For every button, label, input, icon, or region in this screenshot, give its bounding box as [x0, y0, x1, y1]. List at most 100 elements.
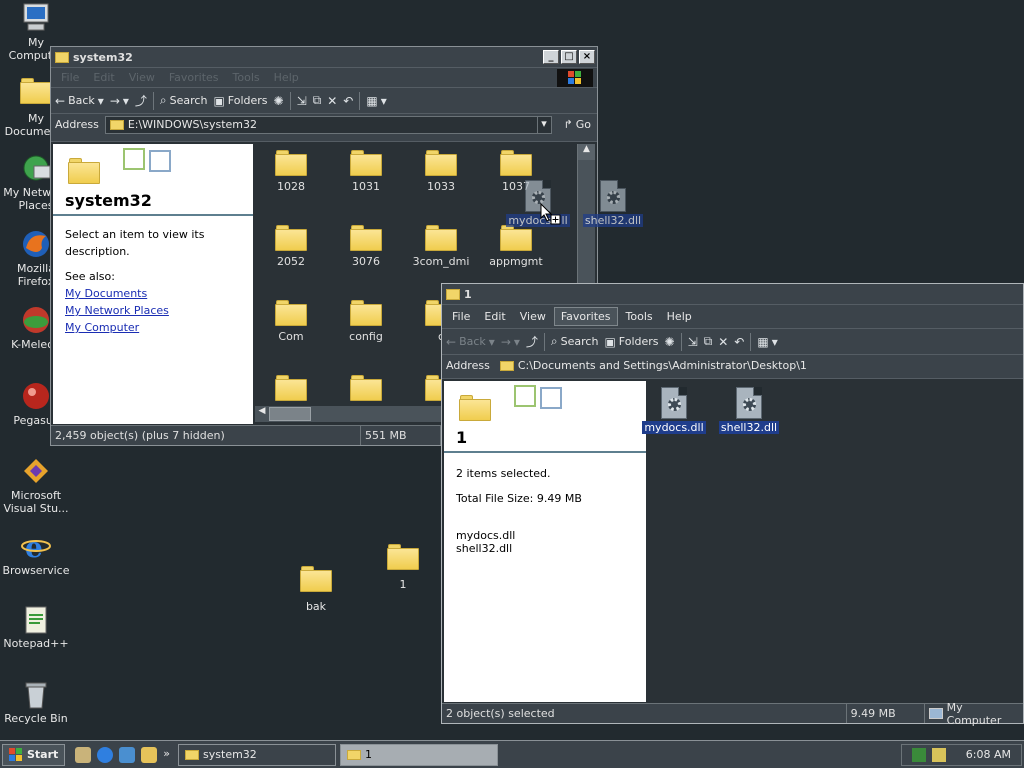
menu-edit[interactable]: Edit [478, 308, 511, 325]
task-system32[interactable]: system32 [178, 743, 337, 766]
menu-favorites[interactable]: Favorites [163, 69, 225, 86]
address-label: Address [55, 118, 99, 131]
link-my-documents[interactable]: My Documents [65, 285, 241, 302]
back-button[interactable]: ← Back ▾ [446, 335, 495, 349]
folder-icon [347, 749, 362, 760]
scroll-left-button[interactable]: ◀ [255, 406, 269, 422]
menu-view[interactable]: View [514, 308, 552, 325]
history-button[interactable]: ✺ [665, 335, 675, 349]
folder-item[interactable]: 3com_dmi [405, 225, 477, 268]
folder-item[interactable] [330, 375, 402, 401]
clock[interactable]: 6:08 AM [966, 748, 1011, 761]
folder-item[interactable] [255, 375, 327, 401]
up-folder-button[interactable]: ⤴ [135, 92, 147, 109]
menu-tools[interactable]: Tools [620, 308, 659, 325]
back-button[interactable]: ← Back ▾ [55, 94, 104, 108]
total-size: Total File Size: 9.49 MB [456, 492, 582, 505]
address-input[interactable]: E:\WINDOWS\system32 ▾ [104, 115, 552, 134]
chevron-down-icon: ▾ [122, 93, 129, 108]
chevron-right-icon[interactable]: » [163, 747, 170, 763]
decorative-frame [514, 385, 536, 407]
folder-item[interactable]: 1031 [330, 150, 402, 193]
minimize-button[interactable]: _ [543, 50, 559, 64]
outlook-icon[interactable] [141, 746, 158, 763]
views-button[interactable]: ▦ ▾ [366, 94, 386, 108]
menu-help[interactable]: Help [661, 308, 698, 325]
desktop-icon-notepad-plus[interactable]: Notepad++ [0, 603, 72, 650]
address-bar: Address C:\Documents and Settings\Admini… [442, 354, 1023, 376]
desktop-folder-1[interactable]: 1 [367, 544, 439, 591]
link-my-network-places[interactable]: My Network Places [65, 302, 241, 319]
up-folder-button[interactable]: ⤴ [526, 333, 538, 350]
folder-item[interactable]: 1028 [255, 150, 327, 193]
folder-item[interactable]: 3076 [330, 225, 402, 268]
internet-explorer-icon[interactable] [97, 746, 114, 763]
desktop-icon-recycle-bin[interactable]: Recycle Bin [0, 678, 72, 725]
up-folder-icon: ⤴ [134, 94, 147, 108]
views-button[interactable]: ▦ ▾ [757, 335, 777, 349]
folder-item[interactable]: Com [255, 300, 327, 343]
folder-icon [500, 225, 532, 251]
delete-button[interactable]: ✕ [327, 94, 337, 108]
volume-tray-icon[interactable] [931, 747, 946, 762]
window-folder-1[interactable]: 1 File Edit View Favorites Tools Help ← B… [441, 283, 1024, 727]
move-to-button[interactable]: ⇲ [297, 94, 307, 108]
folder-item[interactable]: config [330, 300, 402, 343]
scroll-up-button[interactable]: ▲ [578, 144, 595, 160]
file-item-shell32[interactable]: shell32.dll [713, 387, 785, 434]
search-button[interactable]: ⌕ Search [551, 334, 599, 349]
undo-button[interactable]: ↶ [734, 335, 744, 349]
start-button[interactable]: Start [2, 743, 66, 766]
menu-file[interactable]: File [446, 308, 476, 325]
close-button[interactable]: × [579, 50, 595, 64]
desktop-folder-bak[interactable]: bak [280, 566, 352, 613]
folder-item[interactable]: 2052 [255, 225, 327, 268]
scroll-thumb[interactable] [269, 407, 311, 421]
link-my-computer[interactable]: My Computer [65, 319, 241, 336]
copy-to-button[interactable]: ⧉ [313, 93, 322, 108]
show-desktop-icon[interactable] [75, 746, 92, 763]
title-bar[interactable]: 1 [442, 284, 1023, 304]
go-button[interactable]: ↱ Go [558, 118, 597, 131]
forward-button[interactable]: → ▾ [110, 94, 129, 108]
task-pane-body: 2 items selected. Total File Size: 9.49 … [444, 453, 646, 565]
task-folder-1[interactable]: 1 [340, 743, 499, 766]
maximize-button[interactable]: □ [561, 50, 577, 64]
menu-file[interactable]: File [55, 69, 85, 86]
status-selected: 2 object(s) selected [442, 704, 847, 723]
move-to-button[interactable]: ⇲ [688, 335, 698, 349]
title-bar[interactable]: system32 _ □ × [51, 47, 597, 67]
search-button[interactable]: ⌕ Search [160, 93, 208, 108]
delete-button[interactable]: ✕ [718, 335, 728, 349]
history-button[interactable]: ✺ [274, 94, 284, 108]
file-item-mydocs[interactable]: mydocs.dll [638, 387, 710, 434]
menu-help[interactable]: Help [268, 69, 305, 86]
back-arrow-icon: ← [55, 93, 66, 108]
undo-button[interactable]: ↶ [343, 94, 353, 108]
folders-button[interactable]: ▣ Folders [604, 335, 658, 349]
folder-icon [185, 749, 200, 760]
address-input[interactable]: C:\Documents and Settings\Administrator\… [496, 357, 1023, 375]
separator [680, 332, 682, 351]
folder-item[interactable]: appmgmt [480, 225, 552, 268]
menu-favorites[interactable]: Favorites [553, 307, 618, 326]
chevron-down-icon[interactable]: ▾ [536, 116, 551, 133]
toolbar: ← Back ▾ → ▾ ⤴ ⌕ Search ▣ Folders ✺ ⇲ ⧉ ✕ ↶ ▦… [442, 328, 1023, 354]
menu-view[interactable]: View [123, 69, 161, 86]
network-tray-icon[interactable] [911, 747, 926, 762]
menu-tools[interactable]: Tools [227, 69, 266, 86]
folder-item[interactable]: 1033 [405, 150, 477, 193]
views-icon: ▦ [757, 334, 769, 349]
folder-label: 1031 [352, 180, 380, 193]
copy-to-button[interactable]: ⧉ [704, 334, 713, 349]
menu-edit[interactable]: Edit [87, 69, 120, 86]
folder-icon [300, 566, 332, 598]
windows-media-icon[interactable] [119, 746, 136, 763]
file-label: shell32.dll [718, 421, 780, 434]
desktop-icon-visual-studio[interactable]: Microsoft Visual Stu... [0, 455, 72, 515]
folder-icon [500, 150, 532, 176]
desktop-icon-browservice[interactable]: e Browservice [0, 530, 72, 577]
folder-label: 1033 [427, 180, 455, 193]
folders-button[interactable]: ▣ Folders [213, 94, 267, 108]
forward-button[interactable]: → ▾ [501, 335, 520, 349]
